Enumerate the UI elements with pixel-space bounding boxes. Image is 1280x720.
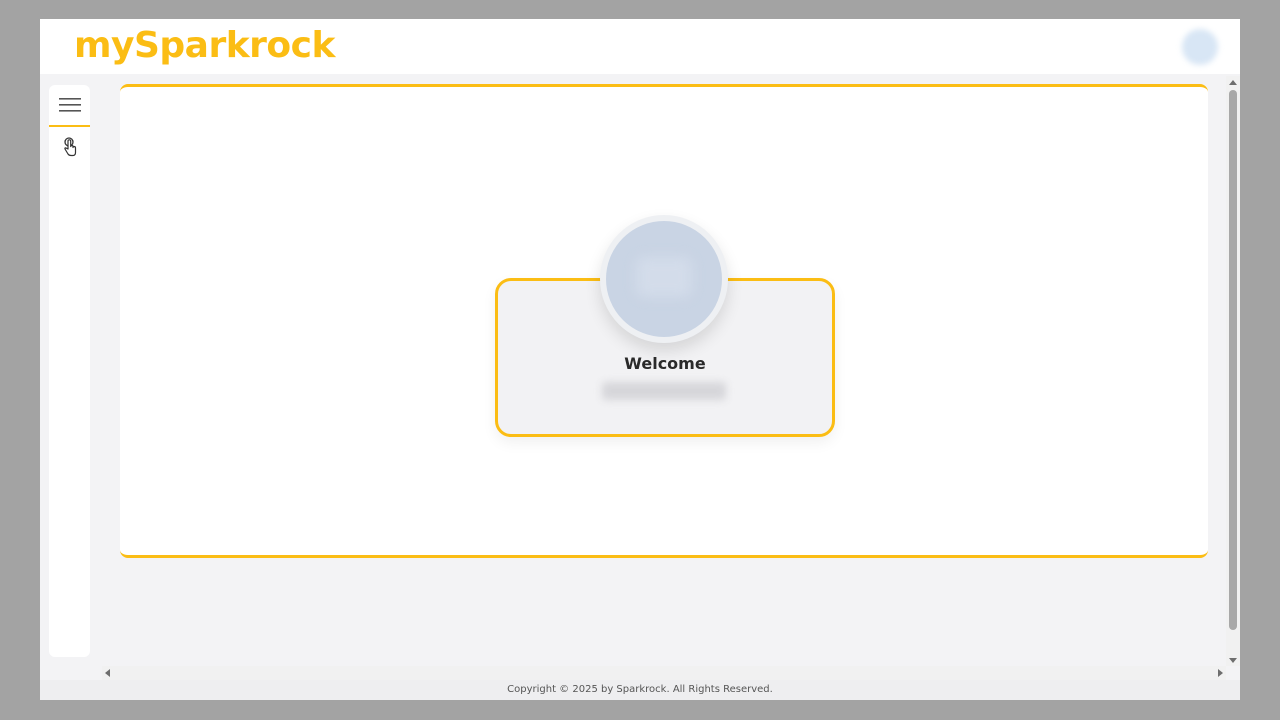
left-nav-rail bbox=[49, 85, 90, 657]
vertical-scrollbar[interactable] bbox=[1226, 76, 1240, 666]
scroll-down-arrow-icon[interactable] bbox=[1229, 658, 1237, 663]
welcome-title: Welcome bbox=[624, 354, 706, 373]
scroll-up-arrow-icon[interactable] bbox=[1229, 80, 1237, 85]
menu-toggle-button[interactable] bbox=[49, 85, 90, 127]
profile-image-placeholder bbox=[636, 257, 692, 297]
logo[interactable]: mySparkrock bbox=[74, 23, 335, 69]
profile-avatar bbox=[600, 215, 728, 343]
touch-pointer-icon bbox=[63, 137, 76, 157]
footer-copyright: Copyright © 2025 by Sparkrock. All Right… bbox=[40, 680, 1240, 700]
hamburger-icon bbox=[58, 98, 81, 112]
user-avatar[interactable] bbox=[1182, 29, 1218, 65]
vertical-scroll-thumb[interactable] bbox=[1229, 90, 1237, 630]
scroll-right-arrow-icon[interactable] bbox=[1218, 669, 1223, 677]
horizontal-scrollbar[interactable] bbox=[102, 666, 1226, 680]
app-window: mySparkrock Welcome Copyright © 2025 by … bbox=[40, 19, 1240, 700]
top-header: mySparkrock bbox=[40, 19, 1240, 74]
main-content-card: Welcome bbox=[120, 84, 1208, 558]
touch-nav-button[interactable] bbox=[49, 135, 90, 159]
user-name-redacted bbox=[602, 382, 726, 400]
scroll-left-arrow-icon[interactable] bbox=[105, 669, 110, 677]
